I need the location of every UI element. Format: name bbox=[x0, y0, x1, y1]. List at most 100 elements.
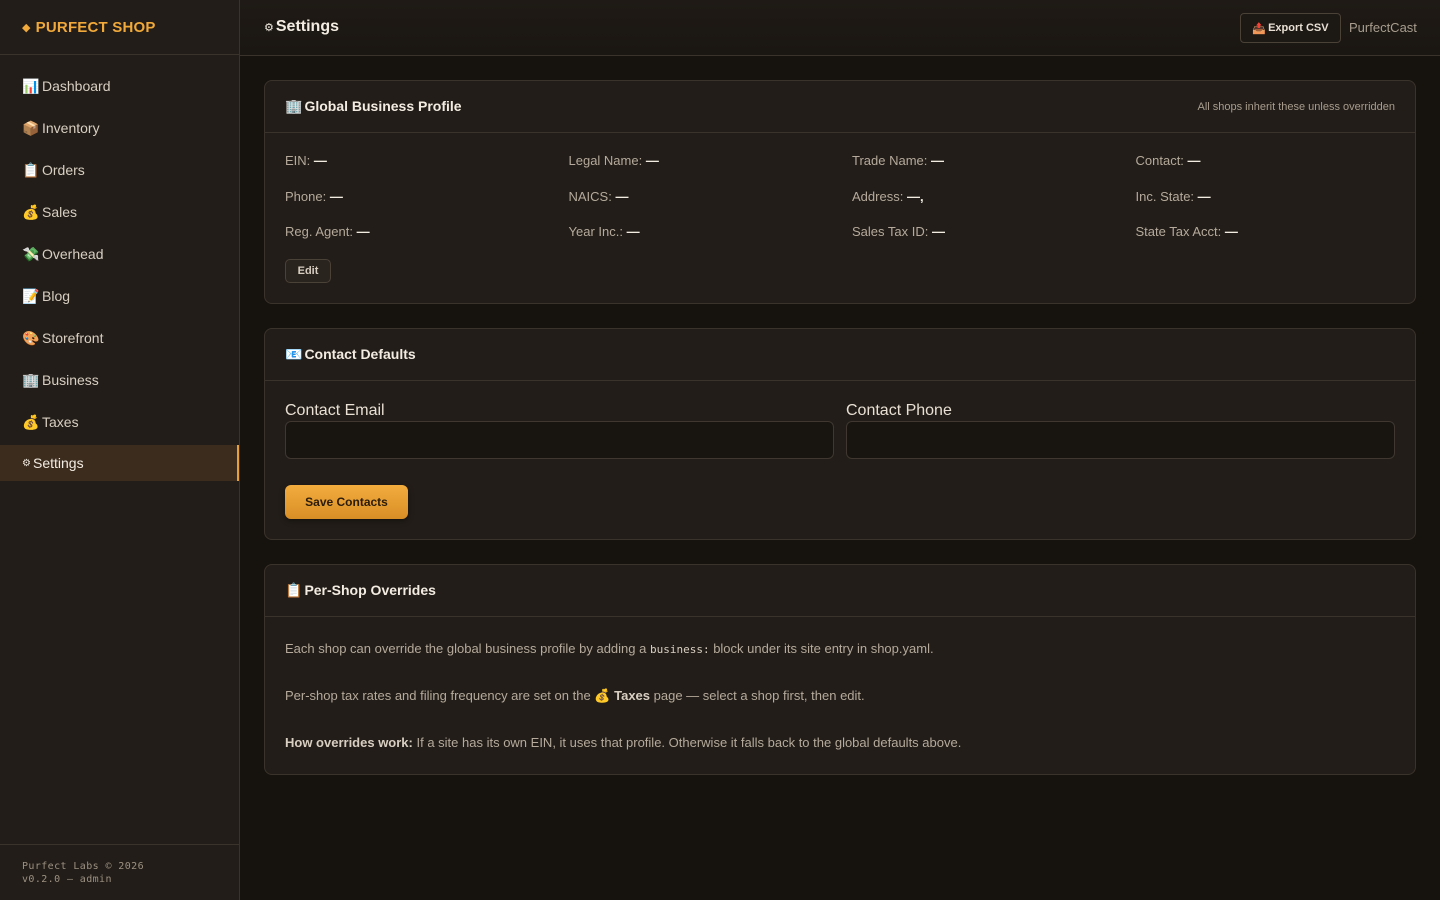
field-trade-name: Trade Name: — bbox=[852, 153, 1136, 189]
business-profile-card: 🏢 Global Business Profile All shops inher… bbox=[264, 80, 1416, 304]
field-value: — bbox=[329, 188, 343, 204]
override-paragraph-1: Each shop can override the global busine… bbox=[285, 641, 934, 656]
text: block under its site entry in shop.yaml. bbox=[709, 641, 934, 656]
sidebar-item-label: Blog bbox=[42, 288, 71, 304]
save-contacts-button[interactable]: Save Contacts bbox=[285, 485, 408, 519]
field-contact: Contact: — bbox=[1136, 153, 1398, 189]
sidebar: ◆ PURFECT SHOP 📊 Dashboard 📦 Inventory 📋… bbox=[0, 0, 240, 900]
export-csv-label: Export CSV bbox=[1268, 22, 1329, 34]
office-building-icon: 🏢 bbox=[22, 371, 40, 388]
page-title-text: Settings bbox=[275, 18, 339, 35]
card-title-text: Contact Defaults bbox=[304, 346, 416, 362]
contact-defaults-card: 📧 Contact Defaults Contact Email Contact … bbox=[264, 328, 1416, 540]
sidebar-item-sales[interactable]: 💰 Sales bbox=[0, 191, 239, 233]
how-overrides-work-label: How overrides work: bbox=[285, 735, 413, 750]
sidebar-item-label: Taxes bbox=[42, 414, 79, 430]
field-reg-agent: Reg. Agent: — bbox=[285, 224, 569, 260]
chart-icon: 📊 bbox=[22, 77, 40, 94]
sidebar-nav: 📊 Dashboard 📦 Inventory 📋 Orders 💰 Sales… bbox=[0, 55, 239, 481]
clipboard-icon: 📋 bbox=[22, 161, 40, 178]
text: Per-shop tax rates and filing frequency … bbox=[285, 688, 595, 703]
office-building-icon: 🏢 bbox=[285, 98, 303, 114]
field-label: Phone: bbox=[285, 188, 327, 204]
clipboard-icon: 📋 bbox=[285, 582, 303, 598]
sidebar-item-label: Storefront bbox=[42, 330, 104, 346]
sidebar-item-label: Settings bbox=[33, 455, 84, 471]
sidebar-item-settings[interactable]: ⚙ Settings bbox=[0, 445, 239, 481]
user-name[interactable]: PurfectCast bbox=[1349, 20, 1417, 35]
field-sales-tax-id: Sales Tax ID: — bbox=[852, 224, 1136, 260]
field-inc-state: Inc. State: — bbox=[1136, 189, 1398, 225]
field-value: — bbox=[1197, 188, 1211, 204]
override-paragraph-2: Per-shop tax rates and filing frequency … bbox=[285, 688, 865, 704]
gear-icon: ⚙ bbox=[264, 22, 274, 34]
field-label: Sales Tax ID: bbox=[852, 224, 929, 239]
field-value: —, bbox=[906, 188, 924, 204]
page-title: ⚙ Settings bbox=[264, 18, 339, 36]
card-header: 📋 Per-Shop Overrides bbox=[265, 565, 1415, 617]
field-label: EIN: bbox=[285, 153, 311, 168]
field-address: Address: —, bbox=[852, 189, 1136, 225]
field-value: — bbox=[1224, 224, 1238, 239]
sidebar-item-orders[interactable]: 📋 Orders bbox=[0, 149, 239, 191]
brand-name: PURFECT SHOP bbox=[35, 18, 156, 36]
field-label: Trade Name: bbox=[852, 153, 928, 168]
field-value: — bbox=[645, 153, 659, 168]
money-bag-icon: 💰 bbox=[594, 688, 611, 703]
field-label: Contact: bbox=[1135, 153, 1184, 168]
field-label: Legal Name: bbox=[568, 153, 643, 168]
contact-phone-label: Contact Phone bbox=[846, 402, 952, 419]
sidebar-item-blog[interactable]: 📝 Blog bbox=[0, 275, 239, 317]
money-bag-icon: 💰 bbox=[22, 413, 40, 430]
money-wings-icon: 💸 bbox=[22, 245, 40, 262]
text: Each shop can override the global busine… bbox=[285, 641, 650, 656]
version-text: v0.2.0 — admin bbox=[22, 874, 112, 885]
field-naics: NAICS: — bbox=[569, 189, 853, 225]
field-value: — bbox=[931, 224, 945, 239]
card-title: 🏢 Global Business Profile bbox=[285, 98, 462, 115]
field-state-tax-acct: State Tax Acct: — bbox=[1136, 224, 1398, 260]
field-legal-name: Legal Name: — bbox=[569, 153, 853, 189]
card-title-text: Per-Shop Overrides bbox=[304, 582, 436, 598]
card-title: 📧 Contact Defaults bbox=[285, 346, 416, 363]
edit-profile-button[interactable]: Edit bbox=[285, 259, 331, 283]
field-value: — bbox=[615, 188, 629, 204]
field-value: — bbox=[313, 153, 327, 168]
field-value: — bbox=[1187, 153, 1201, 168]
sidebar-item-storefront[interactable]: 🎨 Storefront bbox=[0, 317, 239, 359]
card-title: 📋 Per-Shop Overrides bbox=[285, 582, 436, 599]
text: page — select a shop first, then edit. bbox=[650, 688, 865, 703]
copyright-text: Purfect Labs © 2026 bbox=[22, 861, 144, 872]
card-header: 📧 Contact Defaults bbox=[265, 329, 1415, 381]
field-label: Year Inc.: bbox=[568, 224, 623, 239]
field-phone: Phone: — bbox=[285, 189, 569, 225]
palette-icon: 🎨 bbox=[22, 329, 40, 346]
sidebar-footer: Purfect Labs © 2026 v0.2.0 — admin bbox=[0, 844, 239, 900]
field-value: — bbox=[626, 224, 640, 239]
sidebar-item-overhead[interactable]: 💸 Overhead bbox=[0, 233, 239, 275]
per-shop-overrides-card: 📋 Per-Shop Overrides Each shop can overri… bbox=[264, 564, 1416, 775]
contact-email-label: Contact Email bbox=[285, 402, 385, 419]
business-key-code: business: bbox=[649, 643, 710, 656]
package-icon: 📦 bbox=[22, 119, 40, 136]
field-label: Inc. State: bbox=[1135, 188, 1195, 204]
sidebar-item-dashboard[interactable]: 📊 Dashboard bbox=[0, 65, 239, 107]
contact-phone-field[interactable] bbox=[846, 421, 1395, 459]
sidebar-item-label: Overhead bbox=[42, 246, 104, 262]
top-bar: ⚙ Settings 📤 Export CSV PurfectCast bbox=[240, 0, 1440, 56]
card-header: 🏢 Global Business Profile All shops inher… bbox=[265, 81, 1415, 133]
sidebar-item-taxes[interactable]: 💰 Taxes bbox=[0, 401, 239, 443]
sidebar-item-inventory[interactable]: 📦 Inventory bbox=[0, 107, 239, 149]
field-value: — bbox=[356, 224, 370, 239]
text: If a site has its own EIN, it uses that … bbox=[412, 735, 962, 750]
field-label: State Tax Acct: bbox=[1135, 224, 1222, 239]
brand-logo[interactable]: ◆ PURFECT SHOP bbox=[0, 0, 239, 55]
sidebar-item-label: Dashboard bbox=[42, 78, 111, 94]
override-paragraph-3: How overrides work: If a site has its ow… bbox=[285, 735, 961, 750]
field-ein: EIN: — bbox=[285, 153, 569, 189]
sidebar-item-business[interactable]: 🏢 Business bbox=[0, 359, 239, 401]
field-value: — bbox=[931, 153, 945, 168]
export-csv-button[interactable]: 📤 Export CSV bbox=[1240, 13, 1341, 43]
contact-email-field[interactable] bbox=[285, 421, 834, 459]
inherit-note: All shops inherit these unless overridde… bbox=[1197, 101, 1395, 113]
